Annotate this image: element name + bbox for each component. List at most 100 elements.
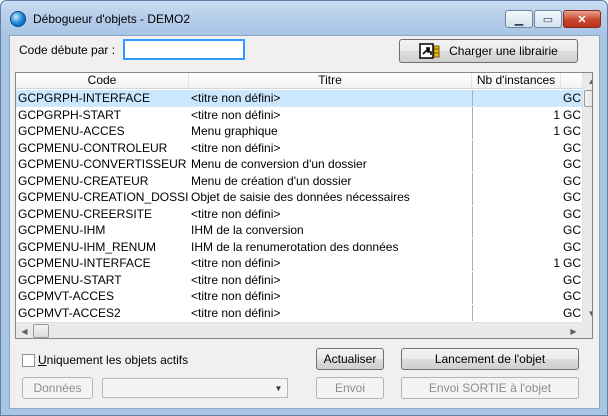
table-row[interactable]: GCPMENU-CREERSITE <titre non défini> GC bbox=[16, 205, 582, 223]
objects-grid[interactable]: Code Titre Nb d'instances GCPGRPH-INTERF… bbox=[15, 72, 593, 339]
load-library-label: Charger une librairie bbox=[449, 44, 558, 58]
debugger-window: Débogueur d'objets - DEMO2 ▁ ▭ ✕ Code dé… bbox=[0, 0, 608, 416]
active-only-label-text: niquement les objets actifs bbox=[46, 353, 189, 367]
cell-extra: GC bbox=[563, 140, 581, 155]
scroll-left-icon[interactable]: ◀ bbox=[16, 323, 33, 338]
cell-instances bbox=[472, 172, 561, 189]
launch-object-button[interactable]: Lancement de l'objet bbox=[401, 348, 579, 370]
cell-titre: <titre non défini> bbox=[191, 256, 281, 270]
scroll-down-icon[interactable]: ▼ bbox=[583, 305, 592, 322]
cell-code: GCPMENU-CREATEUR bbox=[18, 173, 149, 188]
table-row[interactable]: GCPMENU-IHM_RENUM IHM de la renumerotatio… bbox=[16, 238, 582, 256]
cell-instances: 1 bbox=[472, 123, 561, 139]
table-row[interactable]: GCPMVT-ACCES <titre non défini> GC bbox=[16, 288, 582, 305]
cell-extra: GC bbox=[563, 223, 581, 237]
cell-code: GCPMENU-START bbox=[18, 272, 122, 287]
cell-code: GCPMVT-ACCES2 bbox=[18, 305, 121, 320]
cell-extra: GC bbox=[563, 157, 581, 171]
table-row[interactable]: GCPGRPH-START <titre non défini> 1 GC bbox=[16, 106, 582, 124]
cell-code: GCPMENU-CONVERTISSEUR bbox=[18, 157, 187, 171]
cell-titre: <titre non défini> bbox=[191, 107, 281, 122]
table-row[interactable]: GCPMENU-START <titre non défini> GC bbox=[16, 271, 582, 289]
load-library-button[interactable]: Charger une librairie bbox=[399, 39, 578, 63]
table-row[interactable]: GCPMENU-CONTROLEUR <titre non défini> GC bbox=[16, 139, 582, 157]
column-header-extra[interactable] bbox=[561, 73, 582, 89]
window-title: Débogueur d'objets - DEMO2 bbox=[33, 12, 191, 26]
cell-extra: GC bbox=[563, 256, 581, 270]
cell-titre: <titre non défini> bbox=[191, 272, 281, 287]
horizontal-scroll-thumb[interactable] bbox=[33, 324, 49, 338]
table-row[interactable]: GCPMENU-IHM IHM de la conversion GC bbox=[16, 222, 582, 239]
cell-code: GCPMENU-CONTROLEUR bbox=[18, 140, 168, 155]
cell-instances bbox=[472, 189, 561, 205]
cell-titre: Menu graphique bbox=[191, 124, 278, 138]
cell-code: GCPMENU-IHM bbox=[18, 223, 106, 237]
send-button[interactable]: Envoi bbox=[316, 377, 384, 399]
table-row[interactable]: GCPMENU-INTERFACE <titre non défini> 1 GC bbox=[16, 255, 582, 272]
table-row[interactable]: GCPMENU-CONVERTISSEUR Menu de conversion … bbox=[16, 156, 582, 173]
app-globe-icon bbox=[10, 11, 26, 27]
column-header-instances[interactable]: Nb d'instances bbox=[472, 73, 561, 89]
cell-instances bbox=[472, 288, 561, 304]
cell-titre: <titre non défini> bbox=[191, 206, 281, 221]
cell-instances bbox=[472, 90, 561, 106]
cell-titre: Menu de création d'un dossier bbox=[191, 173, 352, 188]
grid-rows: GCPGRPH-INTERFACE <titre non défini> GC GCP… bbox=[16, 90, 582, 321]
cell-extra: GC bbox=[563, 107, 581, 122]
vertical-scroll-thumb[interactable] bbox=[584, 90, 592, 107]
cell-extra: GC bbox=[563, 91, 581, 105]
horizontal-scrollbar[interactable]: ◀ ▶ bbox=[16, 322, 582, 338]
refresh-button[interactable]: Actualiser bbox=[316, 348, 384, 370]
cell-titre: <titre non défini> bbox=[191, 91, 281, 105]
scroll-corner bbox=[582, 322, 592, 338]
scroll-up-icon[interactable]: ▲ bbox=[583, 73, 592, 90]
grid-header: Code Titre Nb d'instances bbox=[16, 73, 582, 89]
send-output-button[interactable]: Envoi SORTIE à l'objet bbox=[401, 377, 579, 399]
cell-extra: GC bbox=[563, 239, 581, 254]
table-row[interactable]: GCPMENU-CREATEUR Menu de création d'un do… bbox=[16, 172, 582, 190]
load-library-icon bbox=[419, 42, 441, 60]
cell-instances bbox=[472, 156, 561, 172]
dialog-body: Code débute par : Charger une librairie … bbox=[9, 35, 600, 409]
minimize-button[interactable]: ▁ bbox=[505, 10, 533, 28]
code-filter-input[interactable] bbox=[123, 39, 245, 60]
cell-code: GCPMVT-ACCES bbox=[18, 289, 115, 303]
cell-instances bbox=[472, 304, 561, 321]
vertical-scrollbar[interactable]: ▲ ▼ bbox=[582, 73, 592, 322]
code-filter-label: Code débute par : bbox=[19, 43, 116, 57]
cell-titre: <titre non défini> bbox=[191, 140, 281, 155]
cell-extra: GC bbox=[563, 206, 581, 221]
cell-code: GCPMENU-INTERFACE bbox=[18, 256, 151, 270]
cell-extra: GC bbox=[563, 289, 581, 303]
cell-extra: GC bbox=[563, 272, 581, 287]
cell-code: GCPMENU-CREATION_DOSSI bbox=[18, 190, 189, 204]
column-header-code[interactable]: Code bbox=[16, 73, 189, 89]
close-button[interactable]: ✕ bbox=[563, 10, 601, 28]
cell-code: GCPMENU-ACCES bbox=[18, 124, 125, 138]
scroll-right-icon[interactable]: ▶ bbox=[565, 323, 582, 338]
cell-code: GCPGRPH-START bbox=[18, 107, 121, 122]
cell-titre: <titre non défini> bbox=[191, 305, 281, 320]
active-only-checkbox[interactable] bbox=[22, 354, 35, 367]
cell-titre: Objet de saisie des données nécessaires bbox=[191, 190, 410, 204]
column-header-titre[interactable]: Titre bbox=[189, 73, 472, 89]
object-combo[interactable]: ▼ bbox=[102, 378, 288, 398]
cell-titre: Menu de conversion d'un dossier bbox=[191, 157, 367, 171]
table-row[interactable]: GCPMENU-ACCES Menu graphique 1 GC bbox=[16, 123, 582, 140]
cell-instances bbox=[472, 271, 561, 288]
cell-code: GCPGRPH-INTERFACE bbox=[18, 91, 151, 105]
title-bar[interactable]: Débogueur d'objets - DEMO2 ▁ ▭ ✕ bbox=[1, 1, 607, 35]
cell-instances: 1 bbox=[472, 106, 561, 123]
table-row[interactable]: GCPMVT-ACCES2 <titre non défini> GC bbox=[16, 304, 582, 322]
table-row[interactable]: GCPGRPH-INTERFACE <titre non défini> GC bbox=[16, 90, 582, 107]
cell-titre: IHM de la conversion bbox=[191, 223, 304, 237]
cell-instances bbox=[472, 238, 561, 255]
data-button[interactable]: Données bbox=[22, 377, 93, 399]
maximize-button[interactable]: ▭ bbox=[534, 10, 562, 28]
table-row[interactable]: GCPMENU-CREATION_DOSSI Objet de saisie de… bbox=[16, 189, 582, 206]
active-only-label[interactable]: Uniquement les objets actifs bbox=[38, 353, 188, 367]
cell-extra: GC bbox=[563, 305, 581, 320]
cell-extra: GC bbox=[563, 173, 581, 188]
cell-instances bbox=[472, 205, 561, 222]
dropdown-arrow-icon[interactable]: ▼ bbox=[271, 380, 286, 396]
